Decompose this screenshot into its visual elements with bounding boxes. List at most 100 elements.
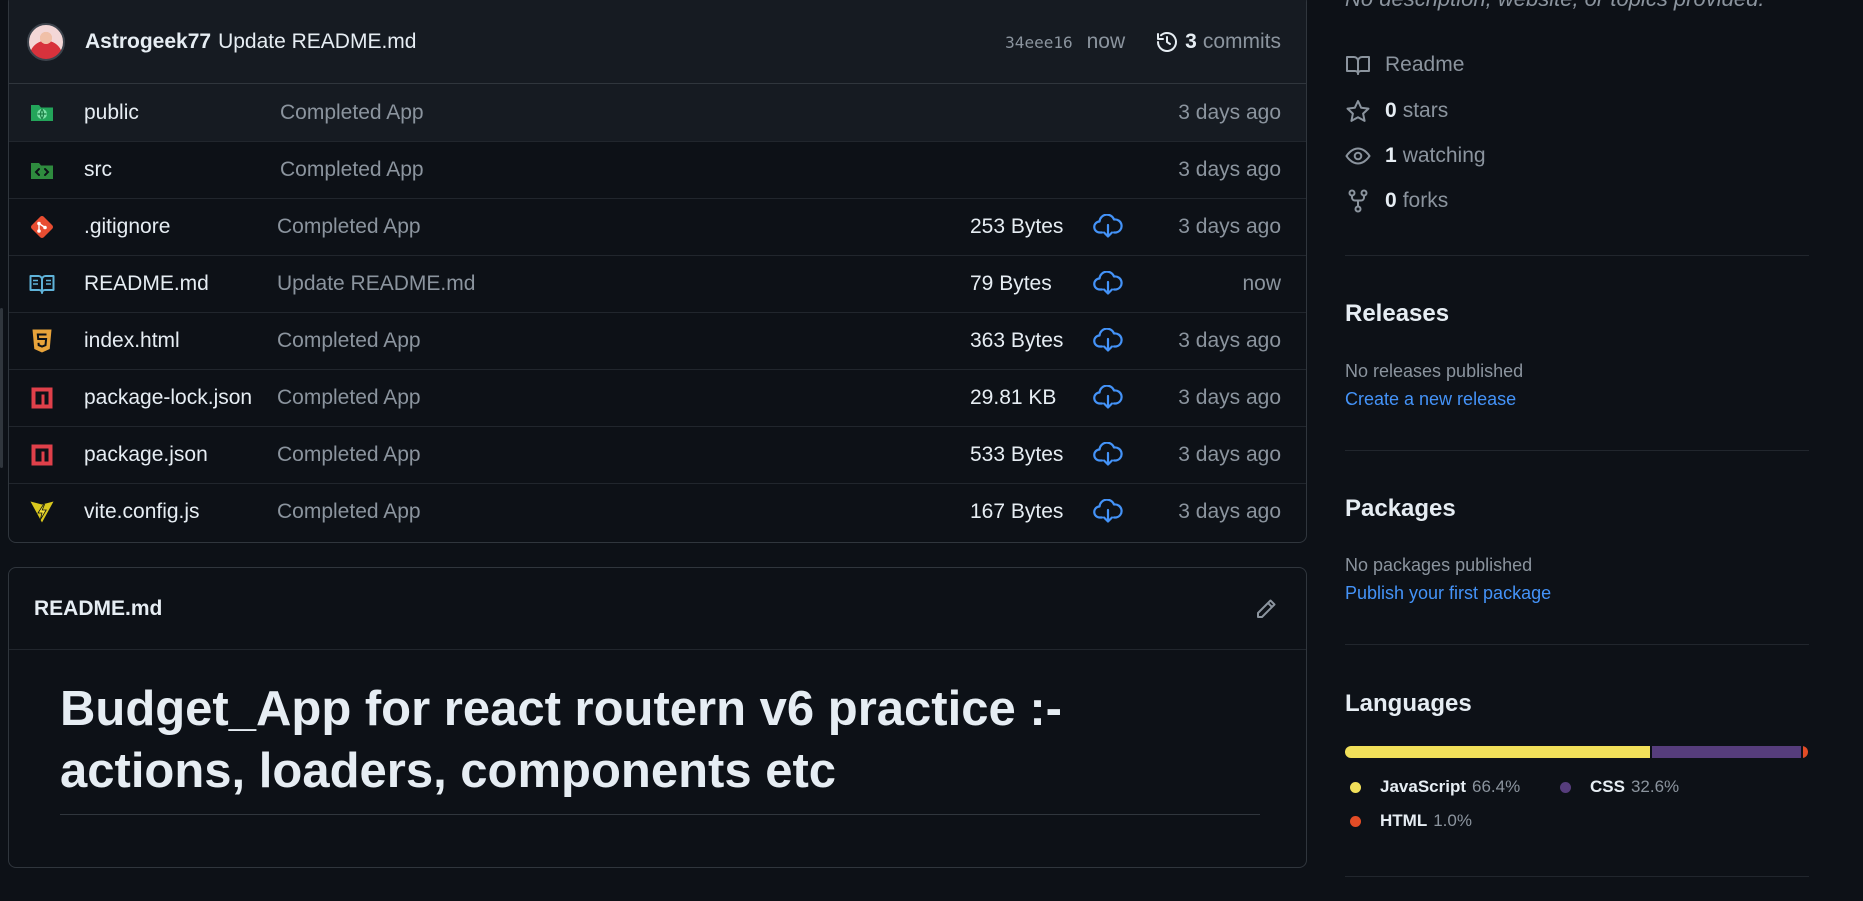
watching-count: 1: [1385, 144, 1397, 167]
folder-row[interactable]: src Completed App 3 days ago: [9, 141, 1306, 198]
file-size: 29.81 KB: [970, 386, 1057, 409]
file-size: 79 Bytes: [970, 272, 1052, 295]
download-icon[interactable]: [1093, 213, 1123, 240]
file-name-link[interactable]: index.html: [84, 329, 180, 353]
file-age: 3 days ago: [1178, 100, 1281, 124]
language-color-dot: [1350, 781, 1361, 793]
author-avatar[interactable]: [27, 23, 65, 61]
forks-label: forks: [1402, 189, 1449, 212]
sidebar-divider: [1345, 450, 1809, 451]
commits-label: commits: [1202, 30, 1281, 53]
create-release-link[interactable]: Create a new release: [1345, 389, 1516, 410]
download-icon[interactable]: [1093, 270, 1123, 297]
stars-link[interactable]: 0 stars: [1345, 99, 1448, 123]
file-browser: Astrogeek77 Update README.md 34eee16 now…: [8, 0, 1307, 543]
forks-link[interactable]: 0 forks: [1345, 189, 1448, 213]
stars-count: 0: [1385, 99, 1397, 122]
about-description: No description, website, or topics provi…: [1345, 0, 1764, 12]
commit-sha[interactable]: 34eee16: [1005, 33, 1072, 52]
readme-header: README.md: [9, 568, 1306, 650]
file-size: 363 Bytes: [970, 329, 1064, 352]
readme-heading: Budget_App for react routern v6 practice…: [60, 678, 1260, 815]
folder-public-icon: [29, 99, 55, 125]
file-name-link[interactable]: README.md: [84, 272, 209, 296]
file-name-link[interactable]: vite.config.js: [84, 500, 200, 524]
file-commit-message[interactable]: Completed App: [277, 329, 421, 353]
readme-link-label: Readme: [1385, 53, 1465, 76]
book-icon: [1346, 56, 1370, 75]
commits-history-link[interactable]: 3 commits: [1155, 30, 1281, 54]
language-color-dot: [1350, 815, 1361, 827]
packages-title[interactable]: Packages: [1345, 495, 1456, 523]
language-bar-segment: [1651, 746, 1802, 758]
file-row[interactable]: package.json Completed App 533 Bytes 3 days…: [9, 426, 1306, 483]
commit-author[interactable]: Astrogeek77: [85, 30, 211, 54]
download-icon[interactable]: [1093, 384, 1123, 411]
file-age: 3 days ago: [1178, 329, 1281, 352]
file-name-link[interactable]: public: [84, 101, 139, 125]
file-row[interactable]: package-lock.json Completed App 29.81 KB 3 …: [9, 369, 1306, 426]
file-size: 533 Bytes: [970, 443, 1064, 466]
file-commit-message[interactable]: Completed App: [277, 443, 421, 467]
download-icon[interactable]: [1093, 327, 1123, 354]
eye-icon: [1345, 147, 1371, 165]
packages-empty-text: No packages published: [1345, 555, 1533, 575]
file-commit-message[interactable]: Completed App: [277, 215, 421, 239]
npm-icon: [29, 442, 55, 468]
language-item[interactable]: JavaScript 66.4%: [1350, 777, 1520, 797]
file-commit-message[interactable]: Completed App: [280, 158, 424, 182]
languages-title: Languages: [1345, 690, 1472, 717]
readme-panel: README.md Budget_App for react routern v…: [8, 567, 1307, 868]
file-commit-message[interactable]: Completed App: [277, 386, 421, 410]
pencil-icon: [1257, 599, 1276, 618]
languages-bar: [1345, 746, 1808, 758]
book-icon: [29, 271, 55, 297]
file-commit-message[interactable]: Completed App: [277, 500, 421, 524]
forks-count: 0: [1385, 189, 1397, 212]
commit-count: 3: [1185, 30, 1197, 53]
file-commit-message[interactable]: Update README.md: [277, 272, 475, 296]
star-icon: [1346, 100, 1370, 122]
git-icon: [29, 214, 55, 240]
readme-link[interactable]: Readme: [1345, 53, 1464, 77]
file-name-link[interactable]: package.json: [84, 443, 208, 467]
commit-message[interactable]: Update README.md: [218, 30, 416, 54]
language-percent: 1.0%: [1433, 811, 1472, 830]
history-icon: [1157, 32, 1178, 52]
file-size: 167 Bytes: [970, 500, 1064, 523]
file-age: 3 days ago: [1178, 215, 1281, 238]
folder-row[interactable]: public Completed App 3 days ago: [9, 84, 1306, 141]
sidebar-divider: [1345, 876, 1809, 877]
releases-title[interactable]: Releases: [1345, 300, 1449, 328]
watching-link[interactable]: 1 watching: [1345, 144, 1486, 168]
edit-readme-button[interactable]: [1250, 593, 1282, 625]
file-list: public Completed App 3 days ago src Complete…: [9, 84, 1306, 540]
file-row[interactable]: index.html Completed App 363 Bytes 3 days a…: [9, 312, 1306, 369]
language-percent: 32.6%: [1630, 777, 1680, 796]
releases-empty-text: No releases published: [1345, 361, 1524, 381]
file-name-link[interactable]: .gitignore: [84, 215, 170, 239]
download-icon[interactable]: [1093, 498, 1123, 525]
language-name: JavaScript: [1380, 777, 1466, 796]
file-name-link[interactable]: package-lock.json: [84, 386, 252, 410]
file-row[interactable]: README.md Update README.md 79 Bytes now: [9, 255, 1306, 312]
file-age: 3 days ago: [1178, 443, 1281, 466]
readme-file-label[interactable]: README.md: [34, 597, 162, 621]
folder-src-icon: [29, 157, 55, 183]
file-row[interactable]: vite.config.js Completed App 167 Bytes 3 da…: [9, 483, 1306, 540]
stars-label: stars: [1402, 99, 1449, 122]
latest-commit-bar: Astrogeek77 Update README.md 34eee16 now…: [9, 0, 1306, 84]
vite-icon: [29, 499, 55, 525]
html5-icon: [29, 328, 55, 354]
file-age: 3 days ago: [1178, 386, 1281, 409]
file-row[interactable]: .gitignore Completed App 253 Bytes 3 days a…: [9, 198, 1306, 255]
file-commit-message[interactable]: Completed App: [280, 101, 424, 125]
fork-icon: [1348, 189, 1368, 213]
file-name-link[interactable]: src: [84, 158, 112, 182]
language-item[interactable]: HTML 1.0%: [1350, 811, 1472, 831]
language-item[interactable]: CSS 32.6%: [1560, 777, 1679, 797]
watching-label: watching: [1402, 144, 1486, 167]
publish-package-link[interactable]: Publish your first package: [1345, 583, 1551, 604]
download-icon[interactable]: [1093, 441, 1123, 468]
language-percent: 66.4%: [1472, 777, 1521, 796]
